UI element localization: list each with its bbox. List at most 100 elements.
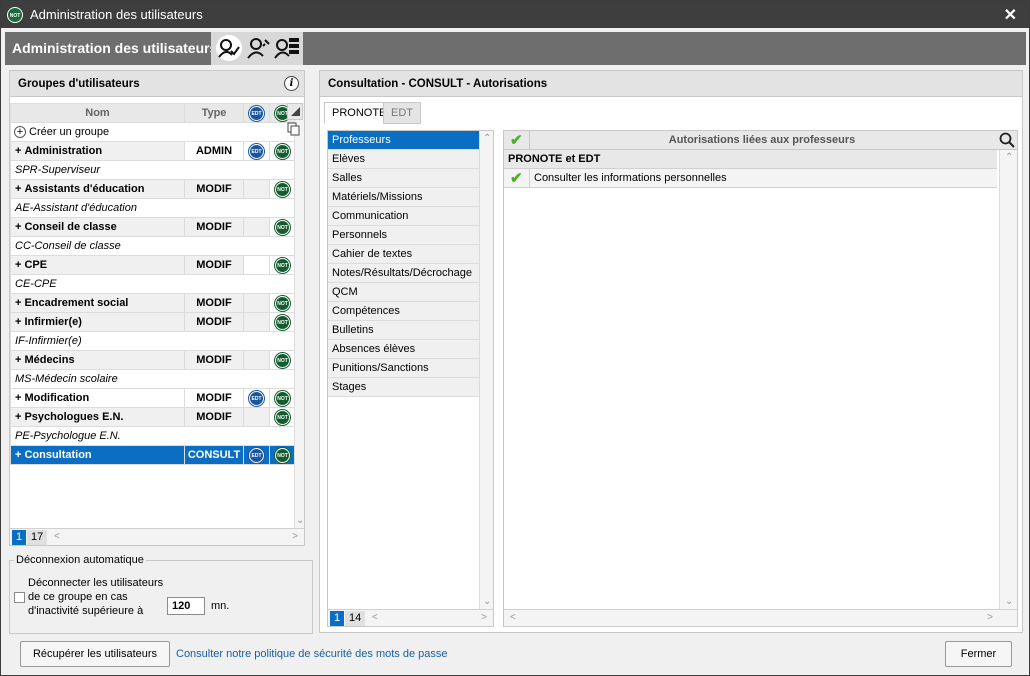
group-edt-cell[interactable] xyxy=(243,217,270,237)
category-item[interactable]: Elèves xyxy=(328,150,479,169)
group-row[interactable]: + Psychologues E.N. MODIF NOT xyxy=(10,407,296,427)
category-item[interactable]: Compétences xyxy=(328,302,479,321)
close-icon[interactable]: ✕ xyxy=(1004,5,1017,25)
group-row[interactable]: + Modification MODIF EDT NOT xyxy=(10,388,296,408)
column-header-edt[interactable]: EDT xyxy=(243,103,270,123)
category-item[interactable]: QCM xyxy=(328,283,479,302)
auto-logout-box: Déconnexion automatique Déconnecter les … xyxy=(9,554,313,634)
group-edt-cell[interactable] xyxy=(243,407,270,427)
groups-pager[interactable]: 1 17 < > xyxy=(10,528,304,545)
group-profile-label: AE-Assistant d'éducation xyxy=(10,198,296,218)
close-button[interactable]: Fermer xyxy=(945,641,1012,667)
group-subrow[interactable]: CE-CPE xyxy=(10,274,296,294)
authorizations-horizontal-scrollbar[interactable]: < > xyxy=(504,609,1017,626)
group-not-cell[interactable]: NOT xyxy=(269,445,296,465)
user-edit-icon[interactable] xyxy=(245,34,273,62)
group-not-cell[interactable]: NOT xyxy=(269,407,296,427)
group-row[interactable]: + Administration ADMIN EDT NOT xyxy=(10,141,296,161)
category-item[interactable]: Cahier de textes xyxy=(328,245,479,264)
expand-plus-icon[interactable]: + xyxy=(15,316,21,328)
expand-plus-icon[interactable]: + xyxy=(15,183,21,195)
group-not-cell[interactable]: NOT xyxy=(269,255,296,275)
category-pager[interactable]: 1 14 < > xyxy=(328,609,493,626)
group-profile-label: IF-Infirmier(e) xyxy=(10,331,296,351)
group-not-cell[interactable]: NOT xyxy=(269,217,296,237)
password-policy-link[interactable]: Consulter notre politique de sécurité de… xyxy=(176,648,448,660)
group-row-selected[interactable]: + Consultation CONSULT EDT NOT xyxy=(10,445,296,465)
authorizations-vertical-scrollbar[interactable]: ⌃ ⌄ xyxy=(999,150,1017,609)
group-not-cell[interactable]: NOT xyxy=(269,350,296,370)
permission-row[interactable]: ✔ Consulter les informations personnelle… xyxy=(504,169,997,188)
group-not-cell[interactable]: NOT xyxy=(269,293,296,313)
group-row[interactable]: + CPE MODIF NOT xyxy=(10,255,296,275)
group-row[interactable]: + Encadrement social MODIF NOT xyxy=(10,293,296,313)
permission-check-icon[interactable]: ✔ xyxy=(510,169,523,187)
category-item[interactable]: Communication xyxy=(328,207,479,226)
category-vertical-scrollbar[interactable]: ⌃ ⌄ xyxy=(479,131,493,609)
search-icon[interactable] xyxy=(999,132,1015,148)
group-edt-cell[interactable] xyxy=(243,312,270,332)
category-item[interactable]: Matériels/Missions xyxy=(328,188,479,207)
group-row[interactable]: + Conseil de classe MODIF NOT xyxy=(10,217,296,237)
category-item[interactable]: Professeurs xyxy=(328,131,479,150)
group-not-cell[interactable]: NOT xyxy=(269,179,296,199)
expand-plus-icon[interactable]: + xyxy=(15,392,21,404)
group-not-cell[interactable]: NOT xyxy=(269,312,296,332)
create-group-row[interactable]: + Créer un groupe xyxy=(10,122,296,142)
category-item[interactable]: Salles xyxy=(328,169,479,188)
tab-edt[interactable]: EDT xyxy=(383,102,421,124)
add-circle-icon: + xyxy=(14,126,26,138)
not-icon: NOT xyxy=(275,257,290,273)
not-icon: NOT xyxy=(275,447,290,463)
group-subrow[interactable]: IF-Infirmier(e) xyxy=(10,331,296,351)
group-row[interactable]: + Infirmier(e) MODIF NOT xyxy=(10,312,296,332)
group-subrow[interactable]: AE-Assistant d'éducation xyxy=(10,198,296,218)
auto-logout-checkbox[interactable] xyxy=(14,592,25,603)
group-subrow[interactable]: CC-Conseil de classe xyxy=(10,236,296,256)
user-check-icon[interactable] xyxy=(215,34,243,62)
group-not-cell[interactable]: NOT xyxy=(269,141,296,161)
groups-vertical-scrollbar[interactable]: ⌄ xyxy=(294,103,304,528)
category-item[interactable]: Absences élèves xyxy=(328,340,479,359)
expand-plus-icon[interactable]: + xyxy=(15,411,21,423)
group-edt-cell[interactable] xyxy=(243,179,270,199)
expand-plus-icon[interactable]: + xyxy=(15,221,21,233)
group-row[interactable]: + Médecins MODIF NOT xyxy=(10,350,296,370)
group-row[interactable]: + Assistants d'éducation MODIF NOT xyxy=(10,179,296,199)
expand-plus-icon[interactable]: + xyxy=(15,145,21,157)
group-edt-cell[interactable]: EDT xyxy=(243,388,270,408)
category-list: Professeurs Elèves Salles Matériels/Mission… xyxy=(327,130,494,627)
group-edt-cell[interactable] xyxy=(243,293,270,313)
group-edt-cell[interactable] xyxy=(243,350,270,370)
group-edt-cell[interactable]: EDT xyxy=(243,141,270,161)
expand-plus-icon[interactable]: + xyxy=(15,297,21,309)
expand-plus-icon[interactable]: + xyxy=(15,259,21,271)
group-subrow[interactable]: SPR-Superviseur xyxy=(10,160,296,180)
inactivity-minutes-input[interactable]: 120 xyxy=(167,597,205,615)
group-subrow[interactable]: MS-Médecin scolaire xyxy=(10,369,296,389)
pronote-logo-icon: NOT xyxy=(7,7,23,23)
group-type-cell: MODIF xyxy=(184,179,244,199)
group-type-cell: MODIF xyxy=(184,217,244,237)
info-icon[interactable]: i xyxy=(284,76,299,91)
table-corner-menu-icon[interactable] xyxy=(287,103,303,120)
copy-icon[interactable] xyxy=(287,122,303,138)
expand-plus-icon[interactable]: + xyxy=(15,449,21,461)
recover-users-button[interactable]: Récupérer les utilisateurs xyxy=(20,641,170,667)
group-edt-cell[interactable] xyxy=(243,255,270,275)
category-item[interactable]: Punitions/Sanctions xyxy=(328,359,479,378)
category-item[interactable]: Personnels xyxy=(328,226,479,245)
group-edt-cell[interactable]: EDT xyxy=(243,445,270,465)
column-header-type[interactable]: Type xyxy=(184,103,244,123)
check-all-icon[interactable]: ✔ xyxy=(510,131,523,149)
user-list-icon[interactable] xyxy=(273,34,301,62)
group-not-cell[interactable]: NOT xyxy=(269,388,296,408)
group-name: Assistants d'éducation xyxy=(24,183,145,195)
column-header-name[interactable]: Nom xyxy=(10,103,185,123)
group-name: Modification xyxy=(24,392,90,404)
expand-plus-icon[interactable]: + xyxy=(15,354,21,366)
category-item[interactable]: Stages xyxy=(328,378,479,397)
category-item[interactable]: Notes/Résultats/Décrochage xyxy=(328,264,479,283)
group-subrow[interactable]: PE-Psychologue E.N. xyxy=(10,426,296,446)
category-item[interactable]: Bulletins xyxy=(328,321,479,340)
